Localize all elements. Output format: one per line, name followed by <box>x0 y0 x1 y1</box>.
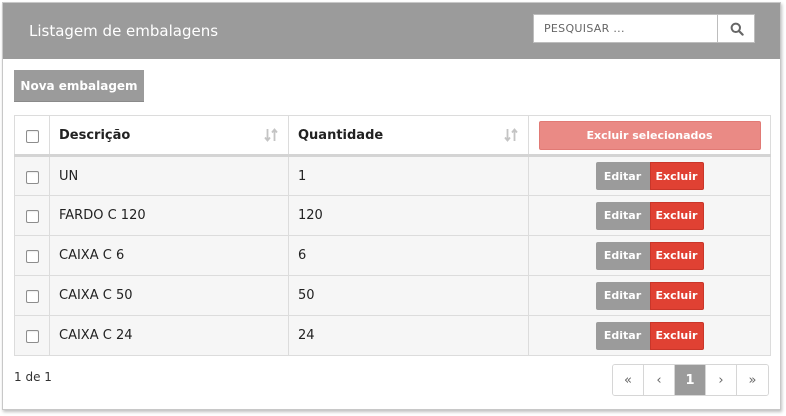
column-header-descricao[interactable]: Descrição <box>49 115 289 157</box>
table-row: CAIXA C 50 50 Editar Excluir <box>14 275 771 316</box>
row-actions-cell: Editar Excluir <box>528 235 771 276</box>
packaging-table: Descrição Quantidade Excluir selecionado… <box>14 115 771 356</box>
page-button-current[interactable]: 1 <box>675 365 706 395</box>
search-box <box>533 14 755 43</box>
first-page-button[interactable]: « <box>613 365 644 395</box>
sort-icon <box>264 128 278 142</box>
pagination: « ‹ 1 › » <box>612 364 769 396</box>
cell-quantidade: 6 <box>288 235 529 276</box>
table-header-row: Descrição Quantidade Excluir selecionado… <box>14 115 771 157</box>
delete-button[interactable]: Excluir <box>649 162 704 190</box>
pagination-info: 1 de 1 <box>14 370 52 384</box>
edit-button[interactable]: Editar <box>595 281 650 310</box>
cell-descricao: CAIXA C 24 <box>49 315 289 356</box>
sort-icon <box>504 128 518 142</box>
row-checkbox[interactable] <box>25 210 39 223</box>
row-select-cell <box>14 195 50 236</box>
row-action-group: Editar Excluir <box>595 241 704 270</box>
select-all-checkbox[interactable] <box>25 129 39 143</box>
search-input[interactable] <box>534 15 717 42</box>
delete-button[interactable]: Excluir <box>649 321 704 350</box>
prev-page-button[interactable]: ‹ <box>644 365 675 395</box>
edit-button[interactable]: Editar <box>595 241 650 270</box>
next-page-button[interactable]: › <box>706 365 737 395</box>
cell-quantidade: 24 <box>288 315 529 356</box>
row-actions-cell: Editar Excluir <box>528 155 771 196</box>
packaging-list-panel: Listagem de embalagens Nova embalagem De… <box>2 2 781 410</box>
edit-button[interactable]: Editar <box>595 162 650 190</box>
row-select-cell <box>14 315 50 356</box>
panel-header: Listagem de embalagens <box>3 3 780 59</box>
column-header-quantidade[interactable]: Quantidade <box>288 115 529 157</box>
cell-descricao: UN <box>49 155 289 196</box>
row-checkbox[interactable] <box>25 170 39 184</box>
table-row: FARDO C 120 120 Editar Excluir <box>14 195 771 236</box>
delete-button[interactable]: Excluir <box>649 201 704 230</box>
select-all-cell <box>14 115 50 157</box>
cell-quantidade: 120 <box>288 195 529 236</box>
edit-button[interactable]: Editar <box>595 321 650 350</box>
row-action-group: Editar Excluir <box>595 321 704 350</box>
row-action-group: Editar Excluir <box>595 201 704 230</box>
row-select-cell <box>14 275 50 316</box>
delete-button[interactable]: Excluir <box>649 281 704 310</box>
cell-quantidade: 50 <box>288 275 529 316</box>
cell-quantidade: 1 <box>288 155 529 196</box>
last-page-button[interactable]: » <box>737 365 768 395</box>
new-packaging-button[interactable]: Nova embalagem <box>14 70 144 102</box>
row-actions-cell: Editar Excluir <box>528 275 771 316</box>
search-button[interactable] <box>717 15 755 42</box>
column-header-label: Descrição <box>59 127 131 143</box>
row-actions-cell: Editar Excluir <box>528 195 771 236</box>
search-icon <box>730 22 744 36</box>
row-checkbox[interactable] <box>25 250 39 263</box>
table-row: CAIXA C 6 6 Editar Excluir <box>14 235 771 276</box>
delete-button[interactable]: Excluir <box>649 241 704 270</box>
cell-descricao: CAIXA C 6 <box>49 235 289 276</box>
cell-descricao: CAIXA C 50 <box>49 275 289 316</box>
row-action-group: Editar Excluir <box>595 162 704 190</box>
row-action-group: Editar Excluir <box>595 281 704 310</box>
row-select-cell <box>14 235 50 276</box>
row-actions-cell: Editar Excluir <box>528 315 771 356</box>
table-row: CAIXA C 24 24 Editar Excluir <box>14 315 771 356</box>
edit-button[interactable]: Editar <box>595 201 650 230</box>
actions-header-cell: Excluir selecionados <box>528 115 771 157</box>
table-row: UN 1 Editar Excluir <box>14 155 771 196</box>
row-checkbox[interactable] <box>25 330 39 343</box>
page-title: Listagem de embalagens <box>29 22 219 40</box>
delete-selected-button[interactable]: Excluir selecionados <box>538 120 761 150</box>
row-checkbox[interactable] <box>25 290 39 303</box>
column-header-label: Quantidade <box>298 127 384 143</box>
cell-descricao: FARDO C 120 <box>49 195 289 236</box>
row-select-cell <box>14 155 50 196</box>
